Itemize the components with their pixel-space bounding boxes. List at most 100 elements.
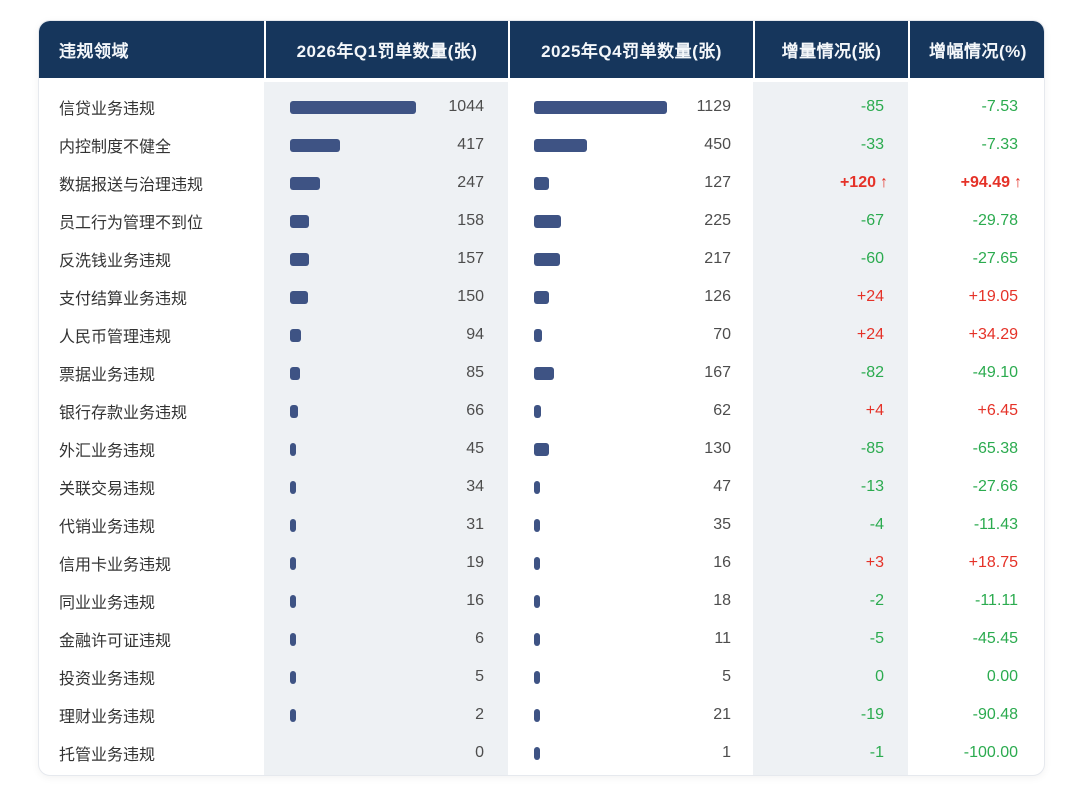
delta-cell: +3 <box>753 554 908 572</box>
delta-cell: -85 <box>753 440 908 458</box>
delta-cell: +4 <box>753 402 908 420</box>
delta-value: -67 <box>861 212 884 229</box>
growth-cell: -100.00 <box>908 744 1045 762</box>
up-arrow-icon: ↑ <box>880 174 888 191</box>
q4-value: 35 <box>540 516 753 534</box>
row-label: 投资业务违规 <box>39 665 264 689</box>
growth-cell: -7.53 <box>908 98 1045 116</box>
growth-cell: -90.48 <box>908 706 1045 724</box>
q4-value: 70 <box>542 326 753 344</box>
table-row: 数据报送与治理违规247127+120↑+94.49↑ <box>39 164 1044 202</box>
growth-value: +34.29 <box>969 326 1018 343</box>
q1-bar <box>290 329 301 342</box>
growth-value: -27.65 <box>973 250 1018 267</box>
q1-bar-cell: 1044 <box>264 98 508 116</box>
q4-value: 217 <box>560 250 753 268</box>
q4-value: 225 <box>561 212 753 230</box>
delta-cell: -85 <box>753 98 908 116</box>
delta-value: +3 <box>866 554 884 571</box>
q1-bar-cell: 150 <box>264 288 508 306</box>
table-row: 支付结算业务违规150 126 +24 +19.05 <box>39 278 1044 316</box>
q1-bar-cell: 157 <box>264 250 508 268</box>
q1-value: 94 <box>301 326 508 344</box>
q1-bar-cell: 417 <box>264 136 508 154</box>
delta-value: -2 <box>870 592 884 609</box>
table-row: 关联交易违规3447-13-27.66 <box>39 468 1044 506</box>
q1-bar <box>290 291 308 304</box>
q4-bar-cell: 11 <box>508 630 753 648</box>
row-label: 支付结算业务违规 <box>39 285 264 309</box>
growth-value: -49.10 <box>973 364 1018 381</box>
delta-value: -60 <box>861 250 884 267</box>
q4-bar-cell: 450 <box>508 136 753 154</box>
growth-value: -90.48 <box>973 706 1018 723</box>
delta-cell: -19 <box>753 706 908 724</box>
q1-bar-cell: 158 <box>264 212 508 230</box>
q4-bar-cell: 217 <box>508 250 753 268</box>
q4-bar-cell: 18 <box>508 592 753 610</box>
growth-cell: -27.65 <box>908 250 1045 268</box>
q4-bar-cell: 126 <box>508 288 753 306</box>
q4-bar <box>534 253 560 266</box>
delta-cell: -13 <box>753 478 908 496</box>
table-row: 反洗钱业务违规157 217 -60 -27.65 <box>39 240 1044 278</box>
up-arrow-icon: ↑ <box>1014 174 1022 191</box>
row-label: 外汇业务违规 <box>39 437 264 461</box>
row-label: 金融许可证违规 <box>39 627 264 651</box>
table-row: 信用卡业务违规1916+3+18.75 <box>39 544 1044 582</box>
row-label: 信用卡业务违规 <box>39 551 264 575</box>
row-label: 员工行为管理不到位 <box>39 209 264 233</box>
row-label: 银行存款业务违规 <box>39 399 264 423</box>
growth-value: -29.78 <box>973 212 1018 229</box>
delta-value: -4 <box>870 516 884 533</box>
table-row: 投资业务违规5500.00 <box>39 658 1044 696</box>
delta-cell: -2 <box>753 592 908 610</box>
q1-bar-cell: 16 <box>264 592 508 610</box>
row-label: 关联交易违规 <box>39 475 264 499</box>
table-row: 银行存款业务违规6662+4+6.45 <box>39 392 1044 430</box>
table-row: 代销业务违规3135-4-11.43 <box>39 506 1044 544</box>
table-row: 理财业务违规221-19-90.48 <box>39 696 1044 734</box>
table-row: 票据业务违规85167-82-49.10 <box>39 354 1044 392</box>
column-header-violation-area: 违规领域 <box>39 21 264 78</box>
q4-value: 11 <box>540 630 753 648</box>
q4-bar <box>534 329 542 342</box>
q4-value: 126 <box>549 288 753 306</box>
delta-cell: +24 <box>753 288 908 306</box>
growth-cell: -11.43 <box>908 516 1045 534</box>
q1-value: 247 <box>320 174 508 192</box>
q1-value: 19 <box>296 554 508 572</box>
delta-value: -5 <box>870 630 884 647</box>
q1-bar <box>290 367 300 380</box>
row-label: 数据报送与治理违规 <box>39 171 264 195</box>
q4-bar <box>534 101 667 114</box>
q1-bar-cell: 2 <box>264 706 508 724</box>
growth-cell: +19.05 <box>908 288 1045 306</box>
q4-value: 62 <box>541 402 753 420</box>
q1-value: 158 <box>309 212 508 230</box>
growth-value: -7.33 <box>982 136 1018 153</box>
q1-value: 31 <box>296 516 508 534</box>
q4-value: 16 <box>540 554 753 572</box>
q4-bar-cell: 47 <box>508 478 753 496</box>
q4-bar-cell: 1129 <box>508 98 753 116</box>
table-row: 同业业务违规1618-2-11.11 <box>39 582 1044 620</box>
table-row: 人民币管理违规9470+24+34.29 <box>39 316 1044 354</box>
q1-bar-cell: 34 <box>264 478 508 496</box>
q4-bar <box>534 405 541 418</box>
q4-bar-cell: 130 <box>508 440 753 458</box>
delta-value: +4 <box>866 402 884 419</box>
q4-bar <box>534 215 561 228</box>
growth-value: +19.05 <box>969 288 1018 305</box>
q1-bar-cell: 247 <box>264 174 508 192</box>
row-label: 票据业务违规 <box>39 361 264 385</box>
table-row: 员工行为管理不到位 158 225 -67 -29.78 <box>39 202 1044 240</box>
growth-value: +94.49 <box>961 174 1010 191</box>
delta-value: 0 <box>875 668 884 685</box>
q1-value: 66 <box>298 402 508 420</box>
delta-value: -82 <box>861 364 884 381</box>
q1-bar <box>290 215 309 228</box>
delta-value: +24 <box>857 288 884 305</box>
row-label: 反洗钱业务违规 <box>39 247 264 271</box>
q1-bar-cell: 0 <box>264 744 508 762</box>
